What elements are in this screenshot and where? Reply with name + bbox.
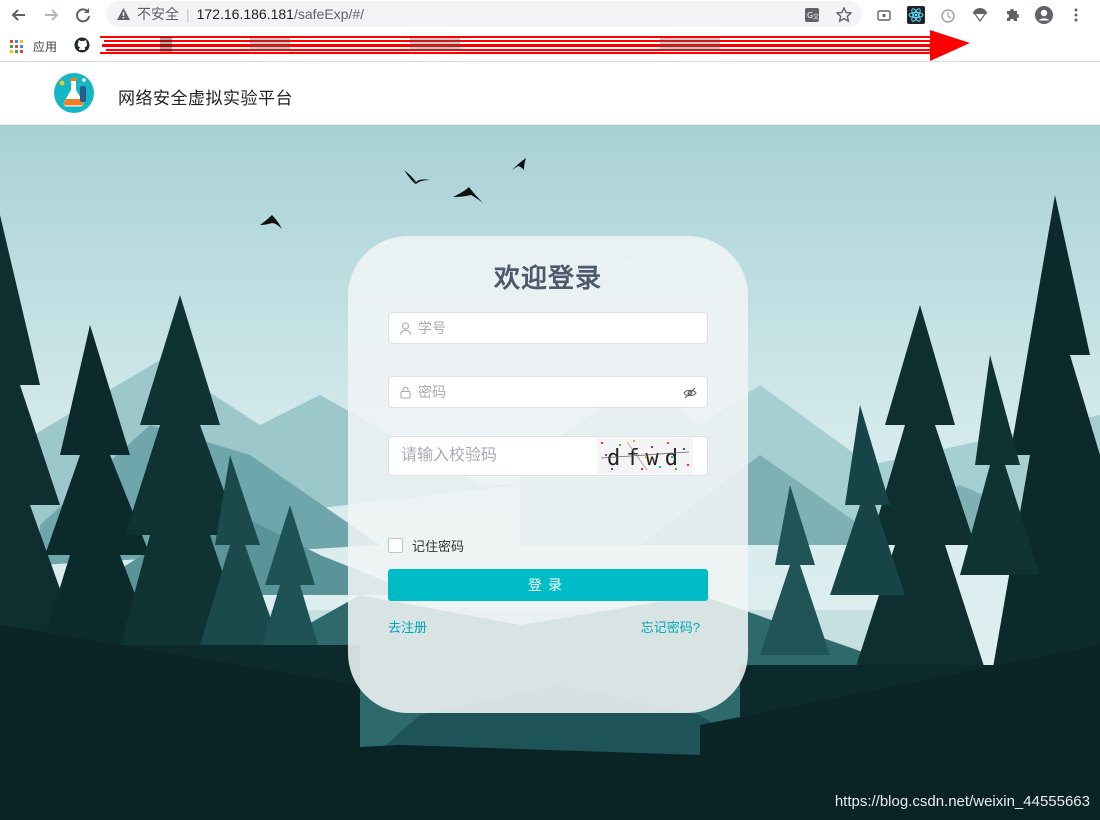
password-input[interactable]: [418, 377, 707, 407]
kebab-menu-icon: [1074, 8, 1078, 22]
extension-parachute-button[interactable]: [969, 4, 991, 26]
login-heading: 欢迎登录: [493, 263, 602, 293]
captcha-input[interactable]: [401, 437, 591, 475]
login-button[interactable]: 登录: [388, 569, 708, 601]
svg-text:文: 文: [813, 13, 819, 21]
remember-checkbox[interactable]: [388, 538, 403, 553]
login-card: 欢迎登录 dfwd: [348, 236, 748, 713]
apps-label: 应用: [33, 40, 58, 54]
github-icon: [74, 37, 90, 53]
security-label: 不安全: [137, 6, 179, 22]
back-button[interactable]: [8, 4, 30, 26]
register-link[interactable]: 去注册: [388, 617, 427, 636]
timer-icon: [941, 9, 955, 23]
forward-button[interactable]: [40, 4, 62, 26]
captcha-image[interactable]: dfwd: [597, 438, 693, 474]
reload-icon: [76, 8, 90, 23]
bookmark-star-button[interactable]: [833, 4, 855, 26]
url-host: 172.16.186.181: [196, 6, 294, 22]
password-field[interactable]: [388, 376, 708, 408]
star-icon: [836, 7, 852, 23]
site-title: 网络安全虚拟实验平台: [118, 89, 293, 108]
extension-react-button[interactable]: [905, 4, 927, 26]
react-icon: [907, 6, 925, 24]
address-bar[interactable]: 不安全 | 172.16.186.181/safeExp/#/: [106, 1, 862, 27]
hide-password-eye-icon[interactable]: [683, 386, 697, 404]
forward-arrow-icon: [45, 9, 59, 21]
user-icon: [392, 321, 418, 335]
url-path: /safeExp/#/: [293, 6, 365, 22]
extensions-button[interactable]: [1001, 4, 1023, 26]
redaction-scribble: [100, 30, 970, 61]
profile-button[interactable]: [1033, 4, 1055, 26]
cast-icon: [877, 10, 891, 21]
apps-shortcut[interactable]: 应用: [10, 38, 57, 55]
address-separator: |: [186, 6, 190, 22]
lab-flask-logo: [54, 73, 94, 113]
username-input[interactable]: [418, 313, 707, 343]
back-arrow-icon: [11, 9, 25, 21]
username-field[interactable]: [388, 312, 708, 344]
captcha-text: dfwd: [607, 446, 684, 471]
site-header: 网络安全虚拟实验平台: [0, 63, 1100, 125]
captcha-field[interactable]: dfwd: [388, 436, 708, 476]
remember-label: 记住密码: [412, 539, 465, 554]
extension-timer-button[interactable]: [937, 4, 959, 26]
apps-grid-icon: [10, 40, 23, 53]
profile-avatar-icon: [1035, 6, 1053, 24]
warning-icon: [117, 8, 130, 20]
reload-button[interactable]: [72, 4, 94, 26]
translate-icon: G文: [805, 8, 819, 22]
forgot-password-link[interactable]: 忘记密码?: [641, 617, 700, 636]
browser-menu-button[interactable]: [1065, 4, 1087, 26]
puzzle-icon: [1007, 9, 1019, 21]
url-text: 172.16.186.181/safeExp/#/: [197, 6, 364, 22]
lock-icon: [392, 386, 418, 399]
watermark-text: https://blog.csdn.net/weixin_44555663: [834, 793, 1090, 810]
github-bookmark[interactable]: [74, 37, 90, 58]
parachute-icon: [973, 8, 987, 23]
remember-password[interactable]: 记住密码: [388, 536, 464, 555]
translate-button[interactable]: G文: [801, 4, 823, 26]
extension-cast-button[interactable]: [873, 4, 895, 26]
browser-toolbar: 不安全 | 172.16.186.181/safeExp/#/ G文: [0, 0, 1100, 30]
